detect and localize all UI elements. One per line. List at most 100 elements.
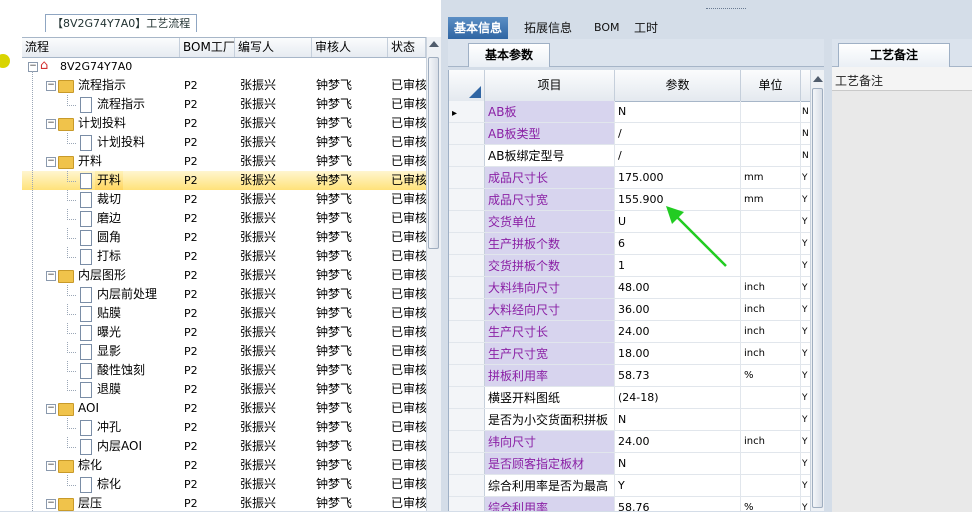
tree-col-process[interactable]: 流程 bbox=[22, 38, 180, 57]
grid-cell-param[interactable]: (24-18) bbox=[615, 387, 741, 408]
tree-panel-tab[interactable]: 【8V2G74Y7A0】工艺流程 bbox=[45, 14, 198, 32]
tree-row[interactable]: 圆角 P2 张振兴 钟梦飞 已审核 bbox=[22, 228, 426, 247]
row-indicator[interactable] bbox=[449, 189, 485, 210]
grid-scrollbar[interactable] bbox=[810, 70, 825, 511]
grid-row[interactable]: 生产拼板个数 6 Y bbox=[449, 233, 811, 255]
tree-row[interactable]: 计划投料 P2 张振兴 钟梦飞 已审核 bbox=[22, 133, 426, 152]
tree-row[interactable]: 内层前处理 P2 张振兴 钟梦飞 已审核 bbox=[22, 285, 426, 304]
row-indicator[interactable] bbox=[449, 211, 485, 232]
collapse-toggle-icon[interactable]: − bbox=[46, 271, 56, 281]
grid-cell-param[interactable]: N bbox=[615, 101, 741, 122]
grid-row[interactable]: AB板类型 / N bbox=[449, 123, 811, 145]
grid-cell-param[interactable]: 36.00 bbox=[615, 299, 741, 320]
tree-row[interactable]: 贴膜 P2 张振兴 钟梦飞 已审核 bbox=[22, 304, 426, 323]
row-indicator[interactable] bbox=[449, 365, 485, 386]
collapse-toggle-icon[interactable]: − bbox=[46, 119, 56, 129]
collapse-toggle-icon[interactable]: − bbox=[46, 461, 56, 471]
grid-cell-param[interactable]: / bbox=[615, 145, 741, 166]
grid-row[interactable]: 拼板利用率 58.73% Y bbox=[449, 365, 811, 387]
grid-row[interactable]: 生产尺寸宽 18.00 inch Y bbox=[449, 343, 811, 365]
grid-cell-param[interactable]: N bbox=[615, 453, 741, 474]
grid-row[interactable]: 大料经向尺寸 36.00 inch Y bbox=[449, 299, 811, 321]
tree-row[interactable]: 显影 P2 张振兴 钟梦飞 已审核 bbox=[22, 342, 426, 361]
tree-row[interactable]: 棕化 P2 张振兴 钟梦飞 已审核 bbox=[22, 475, 426, 494]
grid-row[interactable]: 横竖开料图纸 (24-18) Y bbox=[449, 387, 811, 409]
row-indicator[interactable] bbox=[449, 343, 485, 364]
tree-row[interactable]: − 棕化 P2 张振兴 钟梦飞 已审核 bbox=[22, 456, 426, 475]
splitter-right[interactable] bbox=[824, 0, 832, 511]
collapse-toggle-icon[interactable]: − bbox=[46, 81, 56, 91]
tree-row[interactable]: 打标 P2 张振兴 钟梦飞 已审核 bbox=[22, 247, 426, 266]
row-indicator[interactable] bbox=[449, 255, 485, 276]
grid-col-unit[interactable]: 单位 bbox=[741, 70, 801, 101]
grid-row[interactable]: 交货单位 U Y bbox=[449, 211, 811, 233]
grid-row[interactable]: 成品尺寸宽 155.900 mm Y bbox=[449, 189, 811, 211]
tree-scroll-thumb[interactable] bbox=[428, 57, 439, 249]
splitter-left[interactable] bbox=[441, 0, 448, 511]
row-indicator[interactable] bbox=[449, 431, 485, 452]
tree-row[interactable]: − 层压 P2 张振兴 钟梦飞 已审核 bbox=[22, 494, 426, 511]
tab-basic-params[interactable]: 基本参数 bbox=[468, 43, 551, 67]
grid-row[interactable]: 综合利用率是否为最高 Y Y bbox=[449, 475, 811, 497]
grid-cell-param[interactable]: 24.00 bbox=[615, 431, 741, 452]
grid-row[interactable]: 生产尺寸长 24.00 inch Y bbox=[449, 321, 811, 343]
row-indicator[interactable] bbox=[449, 387, 485, 408]
grid-cell-param[interactable]: 175.000 bbox=[615, 167, 741, 188]
row-indicator[interactable] bbox=[449, 475, 485, 496]
tree-col-writer[interactable]: 编写人 bbox=[235, 38, 312, 57]
tree-scrollbar[interactable] bbox=[426, 37, 441, 511]
tab-process-notes[interactable]: 工艺备注 bbox=[838, 43, 950, 67]
tab-bom[interactable]: BOM bbox=[588, 17, 626, 39]
tree-row[interactable]: 开料 P2 张振兴 钟梦飞 已审核 bbox=[22, 171, 426, 190]
row-indicator[interactable]: ▸ bbox=[449, 101, 485, 122]
grid-cell-param[interactable]: Y bbox=[615, 475, 741, 496]
row-indicator[interactable] bbox=[449, 233, 485, 254]
tree-row[interactable]: 裁切 P2 张振兴 钟梦飞 已审核 bbox=[22, 190, 426, 209]
grid-row[interactable]: 是否顾客指定板材 N Y bbox=[449, 453, 811, 475]
grid-cell-param[interactable]: 48.00 bbox=[615, 277, 741, 298]
grid-cell-param[interactable]: 18.00 bbox=[615, 343, 741, 364]
row-indicator[interactable] bbox=[449, 167, 485, 188]
tree-row[interactable]: 磨边 P2 张振兴 钟梦飞 已审核 bbox=[22, 209, 426, 228]
grid-cell-param[interactable]: / bbox=[615, 123, 741, 144]
tree-row[interactable]: − 计划投料 P2 张振兴 钟梦飞 已审核 bbox=[22, 114, 426, 133]
row-indicator[interactable] bbox=[449, 277, 485, 298]
tree-col-status[interactable]: 状态 bbox=[388, 38, 426, 57]
tree-row[interactable]: 酸性蚀刻 P2 张振兴 钟梦飞 已审核 bbox=[22, 361, 426, 380]
grid-scroll-thumb[interactable] bbox=[812, 88, 823, 508]
grid-row[interactable]: 是否为小交货面积拼板 N Y bbox=[449, 409, 811, 431]
row-indicator[interactable] bbox=[449, 409, 485, 430]
grid-col-item[interactable]: 项目 bbox=[485, 70, 615, 101]
grid-row[interactable]: ▸ AB板 N N bbox=[449, 101, 811, 123]
collapse-toggle-icon[interactable]: − bbox=[46, 157, 56, 167]
grid-row[interactable]: 成品尺寸长 175.000 mm Y bbox=[449, 167, 811, 189]
row-indicator[interactable] bbox=[449, 145, 485, 166]
collapse-toggle-icon[interactable]: − bbox=[46, 404, 56, 414]
tree-row[interactable]: − 开料 P2 张振兴 钟梦飞 已审核 bbox=[22, 152, 426, 171]
scroll-up-icon[interactable] bbox=[813, 76, 823, 82]
tree-row[interactable]: − AOI P2 张振兴 钟梦飞 已审核 bbox=[22, 399, 426, 418]
tree-col-bom[interactable]: BOM工厂 bbox=[180, 38, 235, 57]
row-indicator[interactable] bbox=[449, 453, 485, 474]
tab-extended-info[interactable]: 拓展信息 bbox=[518, 17, 578, 39]
tree-row[interactable]: − 内层图形 P2 张振兴 钟梦飞 已审核 bbox=[22, 266, 426, 285]
tree-row[interactable]: 退膜 P2 张振兴 钟梦飞 已审核 bbox=[22, 380, 426, 399]
grid-cell-param[interactable]: 24.00 bbox=[615, 321, 741, 342]
tree-row[interactable]: − ⌂ 8V2G74Y7A0 bbox=[22, 57, 426, 76]
grid-row[interactable]: 纬向尺寸 24.00 inch Y bbox=[449, 431, 811, 453]
tree-row[interactable]: 冲孔 P2 张振兴 钟梦飞 已审核 bbox=[22, 418, 426, 437]
grid-row[interactable]: 综合利用率 58.76% Y bbox=[449, 497, 811, 511]
collapse-toggle-icon[interactable]: − bbox=[28, 62, 38, 72]
grid-row[interactable]: 交货拼板个数 1 Y bbox=[449, 255, 811, 277]
collapse-toggle-icon[interactable]: − bbox=[46, 499, 56, 509]
row-indicator[interactable] bbox=[449, 299, 485, 320]
tree-row[interactable]: 曝光 P2 张振兴 钟梦飞 已审核 bbox=[22, 323, 426, 342]
row-indicator[interactable] bbox=[449, 321, 485, 342]
grid-row[interactable]: 大料纬向尺寸 48.00 inch Y bbox=[449, 277, 811, 299]
tree-row[interactable]: 流程指示 P2 张振兴 钟梦飞 已审核 bbox=[22, 95, 426, 114]
tree-col-reviewer[interactable]: 审核人 bbox=[312, 38, 388, 57]
grid-cell-param[interactable]: 58.76 bbox=[615, 497, 741, 511]
grid-cell-param[interactable]: N bbox=[615, 409, 741, 430]
tree-row[interactable]: 内层AOI P2 张振兴 钟梦飞 已审核 bbox=[22, 437, 426, 456]
scroll-up-icon[interactable] bbox=[429, 41, 439, 47]
